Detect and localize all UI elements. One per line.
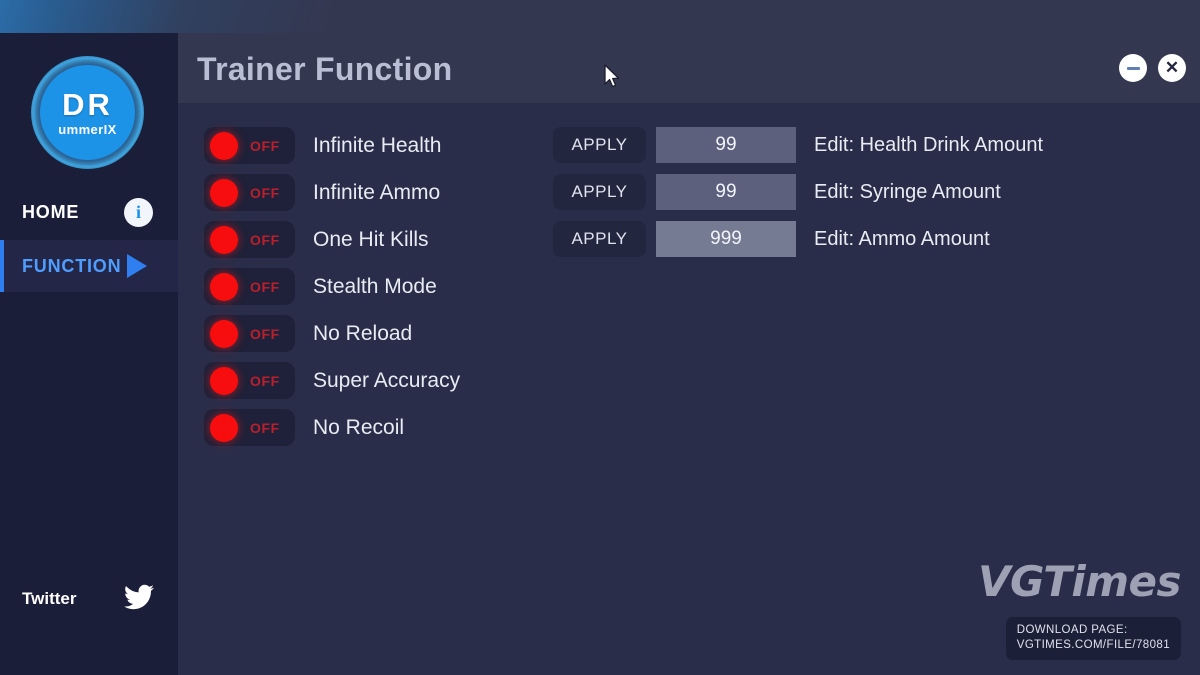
syringe-amount-input[interactable]	[656, 174, 796, 210]
toggle-knob	[210, 226, 238, 254]
toggle-row: OFF Super Accuracy	[204, 362, 460, 399]
watermark-line-1: DOWNLOAD PAGE:	[1016, 624, 1128, 636]
edit-label-syringe: Edit: Syringe Amount	[814, 180, 1001, 203]
toggle-state-label: OFF	[250, 232, 280, 248]
minimize-button[interactable]	[1119, 54, 1147, 82]
toggle-knob	[210, 367, 238, 395]
toggle-row: OFF No Reload	[204, 315, 460, 352]
toggle-knob	[210, 414, 238, 442]
toggle-knob	[210, 132, 238, 160]
toggle-row: OFF Infinite Health	[204, 127, 460, 164]
apply-button-ammo[interactable]: APPLY	[553, 221, 646, 257]
watermark-title: VGTimes	[977, 557, 1182, 606]
close-button[interactable]: ✕	[1158, 54, 1186, 82]
toggle-row: OFF One Hit Kills	[204, 221, 460, 258]
toggle-knob	[210, 179, 238, 207]
trainer-window: DR ummerIX HOME i FUNCTION Twitter Train…	[0, 0, 1200, 675]
edit-list: APPLY Edit: Health Drink Amount APPLY Ed…	[553, 127, 1043, 268]
toggle-row: OFF Stealth Mode	[204, 268, 460, 305]
edit-row: APPLY Edit: Ammo Amount	[553, 221, 1043, 257]
apply-button-health-drink[interactable]: APPLY	[553, 127, 646, 163]
watermark-download-box: DOWNLOAD PAGE: VGTIMES.COM/FILE/78081	[1005, 617, 1181, 660]
toggle-switch-infinite-health[interactable]: OFF	[204, 127, 295, 164]
toggle-label: Infinite Health	[313, 133, 442, 157]
toggle-state-label: OFF	[250, 420, 280, 436]
title-bar-glow	[0, 0, 330, 33]
title-bar	[0, 0, 1200, 33]
logo-circle: DR ummerIX	[40, 65, 135, 160]
toggle-state-label: OFF	[250, 185, 280, 201]
close-icon: ✕	[1164, 58, 1180, 77]
toggle-switch-stealth-mode[interactable]: OFF	[204, 268, 295, 305]
toggle-state-label: OFF	[250, 373, 280, 389]
edit-label-ammo: Edit: Ammo Amount	[814, 227, 990, 250]
window-controls: ✕	[1119, 54, 1186, 82]
twitter-link[interactable]: Twitter	[0, 576, 178, 622]
toggle-switch-super-accuracy[interactable]: OFF	[204, 362, 295, 399]
toggle-row: OFF No Recoil	[204, 409, 460, 446]
toggle-list: OFF Infinite Health OFF Infinite Ammo OF…	[204, 127, 460, 456]
toggle-switch-one-hit-kills[interactable]: OFF	[204, 221, 295, 258]
edit-label-health-drink: Edit: Health Drink Amount	[814, 133, 1043, 156]
ammo-amount-input[interactable]	[656, 221, 796, 257]
toggle-state-label: OFF	[250, 138, 280, 154]
sidebar-item-function[interactable]: FUNCTION	[0, 240, 178, 292]
toggle-label: Super Accuracy	[313, 368, 461, 392]
toggle-label: One Hit Kills	[313, 227, 429, 251]
edit-row: APPLY Edit: Syringe Amount	[553, 174, 1043, 210]
toggle-switch-no-reload[interactable]: OFF	[204, 315, 295, 352]
health-drink-amount-input[interactable]	[656, 127, 796, 163]
sidebar-item-function-label: FUNCTION	[22, 255, 122, 276]
toggle-label: No Reload	[313, 321, 413, 345]
toggle-label: No Recoil	[313, 415, 405, 439]
info-icon[interactable]: i	[124, 197, 153, 227]
logo-primary-text: DR	[62, 87, 113, 122]
toggle-row: OFF Infinite Ammo	[204, 174, 460, 211]
edit-row: APPLY Edit: Health Drink Amount	[553, 127, 1043, 163]
page-title: Trainer Function	[197, 51, 453, 87]
minimize-icon	[1126, 66, 1140, 70]
sidebar-item-home-label: HOME	[22, 201, 80, 222]
twitter-icon	[122, 582, 156, 617]
toggle-label: Infinite Ammo	[313, 180, 441, 204]
twitter-label: Twitter	[22, 589, 77, 608]
logo-secondary-text: ummerIX	[58, 122, 117, 137]
toggle-knob	[210, 273, 238, 301]
app-logo: DR ummerIX	[31, 56, 144, 169]
play-arrow-icon	[127, 254, 147, 278]
toggle-state-label: OFF	[250, 279, 280, 295]
toggle-knob	[210, 320, 238, 348]
toggle-switch-no-recoil[interactable]: OFF	[204, 409, 295, 446]
content-header: Trainer Function ✕	[178, 33, 1200, 103]
watermark-line-2: VGTIMES.COM/FILE/78081	[1016, 639, 1170, 651]
apply-button-syringe[interactable]: APPLY	[553, 174, 646, 210]
toggle-switch-infinite-ammo[interactable]: OFF	[204, 174, 295, 211]
sidebar: DR ummerIX HOME i FUNCTION Twitter	[0, 33, 178, 675]
sidebar-item-home[interactable]: HOME i	[0, 186, 178, 238]
toggle-state-label: OFF	[250, 326, 280, 342]
toggle-label: Stealth Mode	[313, 274, 437, 298]
